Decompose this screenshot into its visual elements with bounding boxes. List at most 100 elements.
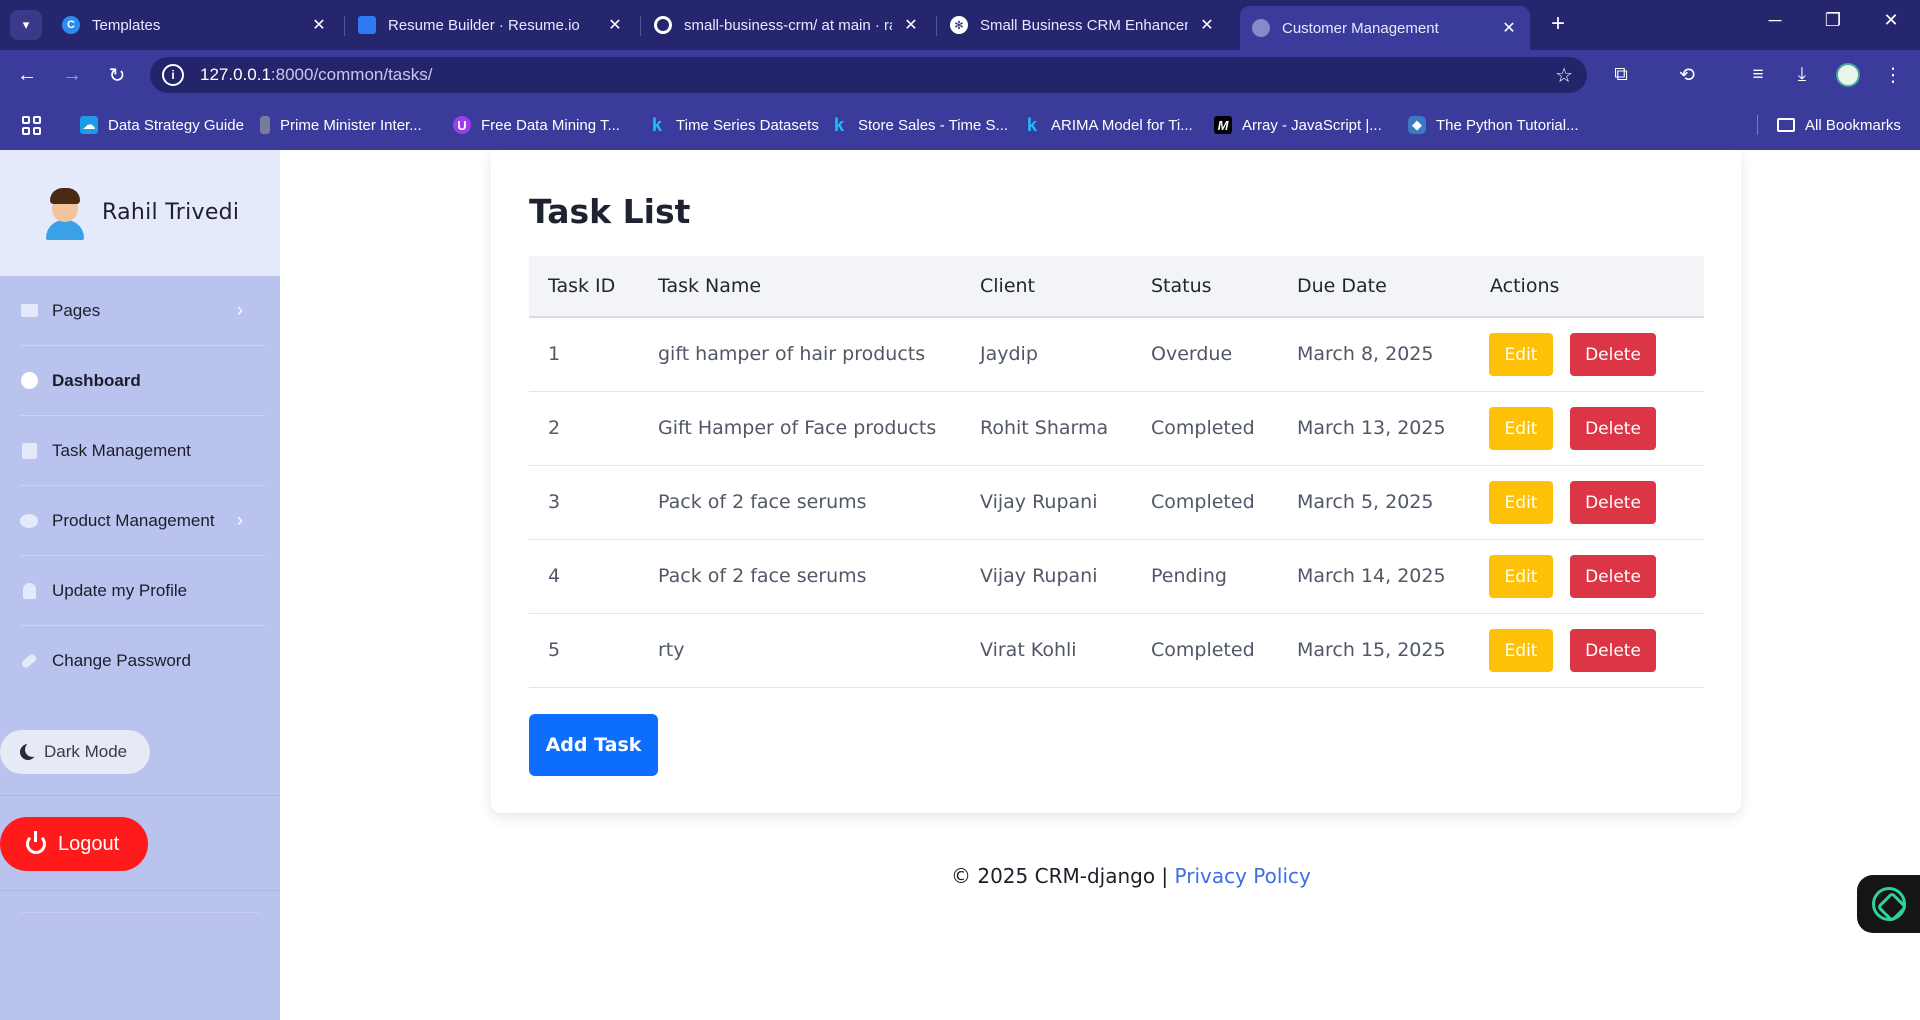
task-name: Pack of 2 face serums — [658, 565, 867, 587]
bookmark-item[interactable]: M Array - JavaScript |... — [1214, 113, 1382, 137]
folder-icon — [1777, 118, 1795, 132]
task-due-date: March 15, 2025 — [1297, 639, 1446, 661]
delete-button[interactable]: Delete — [1570, 333, 1656, 376]
logout-button[interactable]: Logout — [0, 817, 148, 871]
task-client: Vijay Rupani — [980, 565, 1098, 587]
chevron-right-icon: › — [237, 300, 243, 320]
reload-icon[interactable]: ↻ — [102, 62, 132, 88]
delete-button[interactable]: Delete — [1570, 407, 1656, 450]
browser-tab-strip: ▾ C Templates ✕ Resume Builder · Resume.… — [0, 0, 1920, 50]
edit-button[interactable]: Edit — [1489, 629, 1553, 672]
privacy-policy-link[interactable]: Privacy Policy — [1175, 864, 1311, 888]
sidebar-item-dashboard[interactable]: Dashboard — [20, 346, 265, 416]
task-id: 5 — [548, 639, 561, 661]
edit-button[interactable]: Edit — [1489, 555, 1553, 598]
power-icon — [26, 831, 46, 854]
delete-button[interactable]: Delete — [1570, 629, 1656, 672]
browser-tab[interactable]: C Templates ✕ — [50, 8, 340, 42]
window-close-icon[interactable]: ✕ — [1876, 10, 1906, 31]
browser-tab-active[interactable]: Customer Management ✕ — [1240, 6, 1530, 50]
edit-button[interactable]: Edit — [1489, 481, 1553, 524]
chatgpt-extension-button[interactable] — [1857, 875, 1920, 933]
site-info-icon[interactable]: i — [162, 64, 184, 86]
sidebar-item-change-password[interactable]: Change Password — [20, 626, 265, 696]
user-icon — [20, 582, 38, 599]
table-row: 3 Pack of 2 face serums Vijay Rupani Com… — [529, 466, 1704, 540]
table-row: 1 gift hamper of hair products Jaydip Ov… — [529, 318, 1704, 392]
task-client: Virat Kohli — [980, 639, 1077, 661]
sidebar-item-label: Dashboard — [52, 370, 141, 390]
sidebar-item-pages[interactable]: Pages › — [20, 276, 265, 346]
close-icon[interactable]: ✕ — [606, 15, 624, 35]
dark-mode-toggle[interactable]: Dark Mode — [0, 730, 150, 774]
download-icon[interactable]: ⤓ — [1788, 62, 1816, 88]
task-name: rty — [658, 639, 685, 661]
cloud-icon: ☁ — [80, 116, 98, 134]
sidebar-item-update-profile[interactable]: Update my Profile — [20, 556, 265, 626]
delete-button[interactable]: Delete — [1570, 555, 1656, 598]
task-status: Completed — [1151, 491, 1255, 513]
bookmark-item[interactable]: ☁ Data Strategy Guide — [80, 113, 244, 137]
user-name: Rahil Trivedi — [102, 200, 240, 225]
all-bookmarks[interactable]: All Bookmarks — [1777, 113, 1901, 137]
close-icon[interactable]: ✕ — [1198, 15, 1216, 35]
delete-button[interactable]: Delete — [1570, 481, 1656, 524]
browser-tab[interactable]: ✻ Small Business CRM Enhanceme ✕ — [938, 8, 1228, 42]
task-id: 1 — [548, 343, 561, 365]
bookmark-star-icon[interactable]: ☆ — [1555, 63, 1573, 88]
edit-button[interactable]: Edit — [1489, 333, 1553, 376]
chatgpt-favicon-icon: ✻ — [950, 16, 968, 34]
resume-favicon-icon — [358, 16, 376, 34]
bookmark-item[interactable]: Prime Minister Inter... — [260, 113, 422, 137]
sidebar-item-product-management[interactable]: Product Management › — [20, 486, 265, 556]
extensions-icon[interactable]: ⧉ — [1607, 62, 1635, 88]
canva-favicon-icon: C — [62, 16, 80, 34]
table-header: Task ID Task Name Client Status Due Date… — [529, 256, 1704, 318]
bookmark-item[interactable]: U Free Data Mining T... — [453, 113, 620, 137]
tab-search-button[interactable]: ▾ — [10, 10, 42, 40]
url-text: 127.0.0.1:8000/common/tasks/ — [200, 65, 432, 85]
logout-label: Logout — [58, 832, 120, 855]
bookmark-label: Free Data Mining T... — [481, 116, 620, 134]
table-row: 2 Gift Hamper of Face products Rohit Sha… — [529, 392, 1704, 466]
sidebar-profile: Rahil Trivedi — [0, 150, 280, 276]
copyright-text: © 2025 CRM-django | — [951, 864, 1169, 888]
tab-title: small-business-crm/ at main · ra — [684, 16, 892, 34]
minimize-icon[interactable]: ─ — [1760, 10, 1790, 31]
new-tab-plus-icon[interactable]: + — [1543, 10, 1573, 38]
apps-grid-icon[interactable] — [22, 116, 42, 136]
sidebar-item-task-management[interactable]: Task Management — [20, 416, 265, 486]
sidebar-item-label: Change Password — [52, 651, 191, 670]
close-icon[interactable]: ✕ — [310, 15, 328, 35]
close-icon[interactable]: ✕ — [902, 15, 920, 35]
close-icon[interactable]: ✕ — [1500, 18, 1518, 38]
dark-mode-label: Dark Mode — [44, 742, 128, 761]
kaggle-icon: k — [1026, 114, 1037, 135]
address-bar[interactable]: i 127.0.0.1:8000/common/tasks/ ☆ — [150, 57, 1587, 93]
table-row: 5 rty Virat Kohli Completed March 15, 20… — [529, 614, 1704, 688]
bookmark-item[interactable]: k Store Sales - Time S... — [830, 113, 1008, 137]
task-due-date: March 13, 2025 — [1297, 417, 1446, 439]
back-arrow-icon[interactable]: ← — [12, 62, 42, 88]
edit-button[interactable]: Edit — [1489, 407, 1553, 450]
column-header: Task Name — [658, 275, 762, 297]
bookmark-item[interactable]: k Time Series Datasets — [648, 113, 819, 137]
browser-profile-avatar[interactable] — [1836, 63, 1860, 87]
browser-tab[interactable]: Resume Builder · Resume.io ✕ — [346, 8, 636, 42]
add-task-button[interactable]: Add Task — [529, 714, 658, 776]
browser-tab[interactable]: small-business-crm/ at main · ra ✕ — [642, 8, 932, 42]
bookmark-item[interactable]: k ARIMA Model for Ti... — [1023, 113, 1193, 137]
restore-icon[interactable]: ❐ — [1818, 10, 1848, 31]
media-control-icon[interactable]: ≡ — [1744, 62, 1772, 88]
column-header: Client — [980, 275, 1036, 297]
sidebar-item-label: Pages — [52, 300, 101, 320]
task-due-date: March 8, 2025 — [1297, 343, 1434, 365]
task-name: Gift Hamper of Face products — [658, 417, 937, 439]
history-icon[interactable]: ⟲ — [1673, 62, 1701, 88]
task-status: Completed — [1151, 417, 1255, 439]
forward-arrow-icon[interactable]: → — [57, 62, 87, 88]
sidebar-item-label: Update my Profile — [52, 580, 188, 600]
column-header: Due Date — [1297, 275, 1387, 297]
more-menu-icon[interactable]: ⋮ — [1879, 62, 1907, 88]
bookmark-item[interactable]: ◆ The Python Tutorial... — [1408, 113, 1579, 137]
